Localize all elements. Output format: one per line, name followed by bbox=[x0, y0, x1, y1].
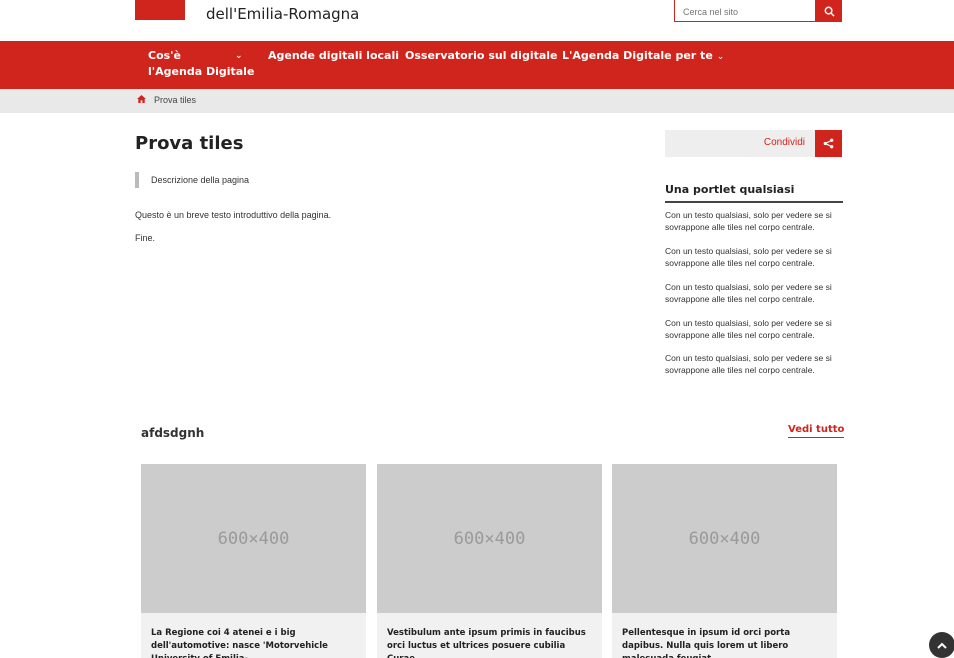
breadcrumb: Prova tiles bbox=[0, 89, 954, 113]
tile-image-placeholder: 600×400 bbox=[141, 464, 366, 613]
tile-image-placeholder: 600×400 bbox=[612, 464, 837, 613]
breadcrumb-current: Prova tiles bbox=[154, 95, 197, 105]
nav-label: Agende digitali locali bbox=[268, 49, 399, 62]
chevron-down-icon: ⌄ bbox=[235, 51, 243, 61]
nav-label-line2: l'Agenda Digitale bbox=[148, 65, 255, 78]
search-input[interactable] bbox=[675, 1, 815, 23]
portlet-item: Con un testo qualsiasi, solo per vedere … bbox=[665, 282, 832, 304]
site-header: dell'Emilia-Romagna bbox=[0, 0, 954, 41]
nav-label: Cos'è bbox=[148, 49, 182, 62]
site-name[interactable]: dell'Emilia-Romagna bbox=[206, 5, 359, 23]
search-icon bbox=[824, 6, 835, 17]
nav-item-agende-locali[interactable]: Agende digitali locali bbox=[268, 48, 399, 64]
news-tile[interactable]: 600×400 La Regione coi 4 atenei e i big … bbox=[141, 464, 366, 658]
nav-item-osservatorio[interactable]: Osservatorio sul digitale ⌄ bbox=[405, 48, 569, 65]
tiles-section-title: afdsdgnh bbox=[141, 426, 205, 440]
share-button[interactable] bbox=[815, 130, 842, 157]
page-title: Prova tiles bbox=[135, 133, 244, 154]
share-label: Condividi bbox=[763, 137, 805, 148]
share-bar[interactable]: Condividi bbox=[665, 130, 815, 157]
tile-title[interactable]: Vestibulum ante ipsum primis in faucibus… bbox=[377, 613, 602, 658]
main-nav: Cos'è ⌄ l'Agenda Digitale Agende digitali… bbox=[0, 41, 954, 89]
page-description: Descrizione della pagina bbox=[135, 172, 249, 188]
logo[interactable] bbox=[135, 0, 185, 20]
portlet-item: Con un testo qualsiasi, solo per vedere … bbox=[665, 246, 832, 268]
tile-title[interactable]: Pellentesque in ipsum id orci porta dapi… bbox=[612, 613, 837, 658]
search-button[interactable] bbox=[816, 0, 842, 22]
tile-title[interactable]: La Regione coi 4 atenei e i big dell'aut… bbox=[141, 613, 366, 658]
scroll-to-top-button[interactable] bbox=[929, 632, 954, 658]
portlet-item: Con un testo qualsiasi, solo per vedere … bbox=[665, 353, 832, 375]
nav-item-agenda-per-te[interactable]: L'Agenda Digitale per te ⌄ bbox=[562, 48, 724, 65]
news-tile[interactable]: 600×400 Vestibulum ante ipsum primis in … bbox=[377, 464, 602, 658]
search-box[interactable] bbox=[674, 0, 816, 23]
chevron-up-icon bbox=[937, 642, 947, 649]
intro-text: Questo è un breve testo introduttivo del… bbox=[135, 210, 332, 220]
view-all-link[interactable]: Vedi tutto bbox=[788, 424, 845, 438]
chevron-down-icon: ⌄ bbox=[716, 52, 725, 62]
news-tile[interactable]: 600×400 Pellentesque in ipsum id orci po… bbox=[612, 464, 837, 658]
tile-image-placeholder: 600×400 bbox=[377, 464, 602, 613]
nav-label: L'Agenda Digitale per te bbox=[562, 49, 713, 62]
nav-item-cose-agenda[interactable]: Cos'è ⌄ l'Agenda Digitale bbox=[148, 48, 254, 80]
end-text: Fine. bbox=[135, 233, 156, 243]
nav-label: Osservatorio sul digitale bbox=[405, 49, 558, 62]
portlet-item: Con un testo qualsiasi, solo per vedere … bbox=[665, 210, 832, 232]
home-icon[interactable] bbox=[137, 95, 146, 106]
share-icon bbox=[823, 138, 834, 149]
portlet-item: Con un testo qualsiasi, solo per vedere … bbox=[665, 318, 832, 340]
portlet-title: Una portlet qualsiasi bbox=[665, 183, 843, 203]
